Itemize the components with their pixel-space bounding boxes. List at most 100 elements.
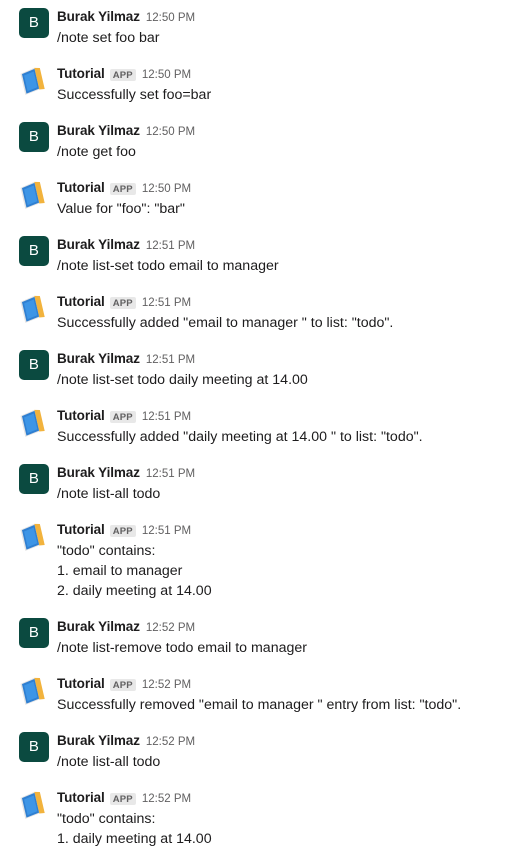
app-badge: APP (109, 297, 136, 309)
message-timestamp[interactable]: 12:52 PM (146, 620, 195, 637)
message-text: Successfully removed "email to manager "… (57, 695, 505, 715)
message-header: Burak Yilmaz 12:50 PM (57, 8, 505, 27)
app-badge: APP (109, 183, 136, 195)
message-text-line: /note list-all todo (57, 486, 161, 502)
message-timestamp[interactable]: 12:51 PM (142, 295, 191, 312)
avatar[interactable]: B (19, 122, 49, 152)
message-body: Burak Yilmaz 12:51 PM /note list-all tod… (57, 464, 505, 504)
message-text-line: /note set foo bar (57, 30, 160, 46)
user-initial-avatar[interactable]: B (19, 122, 49, 152)
message-text-line: /note get foo (57, 144, 136, 160)
message-timestamp[interactable]: 12:52 PM (142, 677, 191, 694)
message-text-line: "todo" contains: (57, 811, 156, 827)
message-text-line: /note list-set todo email to manager (57, 258, 279, 274)
message-body: Tutorial APP 12:50 PM Value for "foo": "… (57, 179, 505, 219)
message-body: Tutorial APP 12:51 PM "todo" contains: 1.… (57, 521, 505, 601)
message-header: Tutorial APP 12:50 PM (57, 179, 505, 198)
message-list: B Burak Yilmaz 12:50 PM /note set foo ba… (0, 0, 517, 849)
user-initial-avatar[interactable]: B (19, 464, 49, 494)
avatar[interactable] (19, 407, 49, 437)
message-header: Tutorial APP 12:51 PM (57, 407, 505, 426)
message-row-bot[interactable]: Tutorial APP 12:52 PM Successfully remov… (0, 675, 517, 715)
avatar[interactable] (19, 789, 49, 819)
avatar[interactable] (19, 521, 49, 551)
message-row-bot[interactable]: Tutorial APP 12:51 PM Successfully added… (0, 293, 517, 333)
message-row-bot[interactable]: Tutorial APP 12:50 PM Successfully set f… (0, 65, 517, 105)
avatar[interactable] (19, 675, 49, 705)
avatar[interactable]: B (19, 732, 49, 762)
avatar[interactable] (19, 293, 49, 323)
avatar[interactable]: B (19, 236, 49, 266)
avatar[interactable]: B (19, 8, 49, 38)
app-badge: APP (109, 69, 136, 81)
message-header: Burak Yilmaz 12:51 PM (57, 236, 505, 255)
message-author[interactable]: Tutorial (57, 407, 105, 424)
message-author[interactable]: Tutorial (57, 293, 105, 310)
message-author[interactable]: Tutorial (57, 65, 105, 82)
message-timestamp[interactable]: 12:52 PM (142, 791, 191, 808)
notebook-icon[interactable] (19, 675, 49, 705)
message-body: Burak Yilmaz 12:52 PM /note list-all tod… (57, 732, 505, 772)
app-badge: APP (109, 411, 136, 423)
message-row-user[interactable]: B Burak Yilmaz 12:51 PM /note list-set t… (0, 236, 517, 276)
message-row-bot[interactable]: Tutorial APP 12:52 PM "todo" contains: 1.… (0, 789, 517, 849)
message-header: Tutorial APP 12:52 PM (57, 789, 505, 808)
message-row-bot[interactable]: Tutorial APP 12:50 PM Value for "foo": "… (0, 179, 517, 219)
message-timestamp[interactable]: 12:51 PM (146, 352, 195, 369)
message-timestamp[interactable]: 12:52 PM (146, 734, 195, 751)
message-row-user[interactable]: B Burak Yilmaz 12:51 PM /note list-all t… (0, 464, 517, 504)
message-row-user[interactable]: B Burak Yilmaz 12:52 PM /note list-remov… (0, 618, 517, 658)
message-body: Burak Yilmaz 12:51 PM /note list-set tod… (57, 350, 505, 390)
message-timestamp[interactable]: 12:50 PM (142, 181, 191, 198)
notebook-icon[interactable] (19, 789, 49, 819)
message-timestamp[interactable]: 12:51 PM (142, 409, 191, 426)
avatar[interactable] (19, 65, 49, 95)
message-timestamp[interactable]: 12:51 PM (146, 466, 195, 483)
message-author[interactable]: Burak Yilmaz (57, 732, 140, 749)
message-timestamp[interactable]: 12:50 PM (146, 124, 195, 141)
message-author[interactable]: Burak Yilmaz (57, 8, 140, 25)
message-text-line: 1. daily meeting at 14.00 (57, 831, 212, 847)
message-author[interactable]: Burak Yilmaz (57, 618, 140, 635)
avatar[interactable]: B (19, 464, 49, 494)
message-author[interactable]: Tutorial (57, 521, 105, 538)
message-body: Burak Yilmaz 12:50 PM /note get foo (57, 122, 505, 162)
avatar[interactable] (19, 179, 49, 209)
message-author[interactable]: Burak Yilmaz (57, 464, 140, 481)
user-initial-avatar[interactable]: B (19, 350, 49, 380)
message-header: Burak Yilmaz 12:50 PM (57, 122, 505, 141)
user-initial-avatar[interactable]: B (19, 8, 49, 38)
user-initial-avatar[interactable]: B (19, 732, 49, 762)
message-row-bot[interactable]: Tutorial APP 12:51 PM "todo" contains: 1.… (0, 521, 517, 601)
message-author[interactable]: Tutorial (57, 675, 105, 692)
message-author[interactable]: Burak Yilmaz (57, 236, 140, 253)
message-timestamp[interactable]: 12:50 PM (142, 67, 191, 84)
message-text-line: 1. email to manager (57, 563, 183, 579)
user-initial-avatar[interactable]: B (19, 236, 49, 266)
message-author[interactable]: Burak Yilmaz (57, 350, 140, 367)
message-row-bot[interactable]: Tutorial APP 12:51 PM Successfully added… (0, 407, 517, 447)
user-initial-avatar[interactable]: B (19, 618, 49, 648)
message-timestamp[interactable]: 12:50 PM (146, 10, 195, 27)
message-author[interactable]: Tutorial (57, 789, 105, 806)
message-timestamp[interactable]: 12:51 PM (146, 238, 195, 255)
avatar[interactable]: B (19, 618, 49, 648)
notebook-icon[interactable] (19, 179, 49, 209)
message-row-user[interactable]: B Burak Yilmaz 12:50 PM /note set foo ba… (0, 8, 517, 48)
notebook-icon[interactable] (19, 293, 49, 323)
message-author[interactable]: Burak Yilmaz (57, 122, 140, 139)
notebook-icon[interactable] (19, 65, 49, 95)
message-body: Tutorial APP 12:52 PM Successfully remov… (57, 675, 505, 715)
message-row-user[interactable]: B Burak Yilmaz 12:52 PM /note list-all t… (0, 732, 517, 772)
message-row-user[interactable]: B Burak Yilmaz 12:51 PM /note list-set t… (0, 350, 517, 390)
message-timestamp[interactable]: 12:51 PM (142, 523, 191, 540)
message-text-line: Successfully removed "email to manager "… (57, 697, 462, 713)
notebook-icon[interactable] (19, 521, 49, 551)
message-row-user[interactable]: B Burak Yilmaz 12:50 PM /note get foo (0, 122, 517, 162)
notebook-icon[interactable] (19, 407, 49, 437)
message-body: Tutorial APP 12:50 PM Successfully set f… (57, 65, 505, 105)
avatar[interactable]: B (19, 350, 49, 380)
message-text-line: Value for "foo": "bar" (57, 201, 185, 217)
message-body: Tutorial APP 12:51 PM Successfully added… (57, 293, 505, 333)
message-author[interactable]: Tutorial (57, 179, 105, 196)
